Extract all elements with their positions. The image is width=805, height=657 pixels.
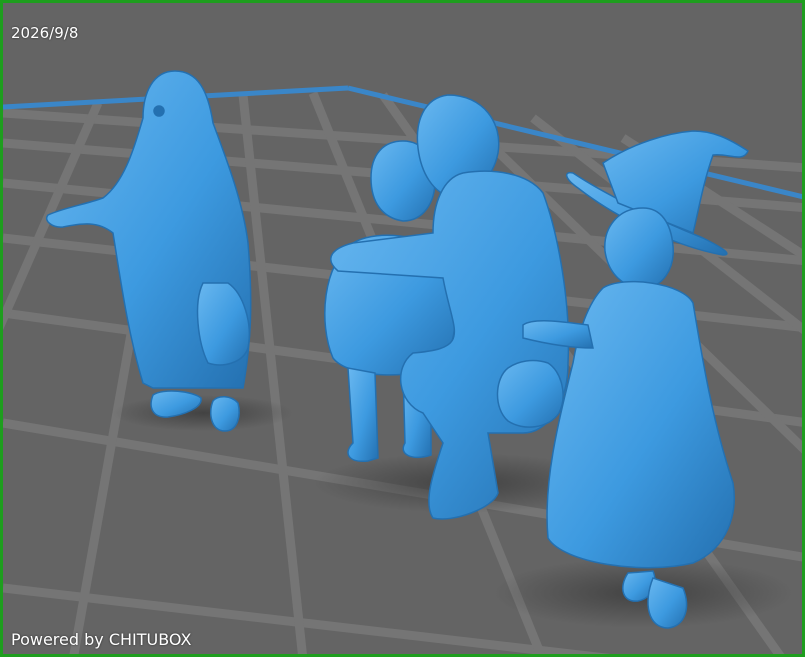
date-label: 2026/9/8 xyxy=(11,24,79,42)
powered-by-watermark: Powered by CHITUBOX xyxy=(11,630,192,649)
build-plate-scene[interactable] xyxy=(3,3,805,657)
3d-viewport[interactable]: 2026/9/8 Powered by CHITUBOX xyxy=(0,0,805,657)
